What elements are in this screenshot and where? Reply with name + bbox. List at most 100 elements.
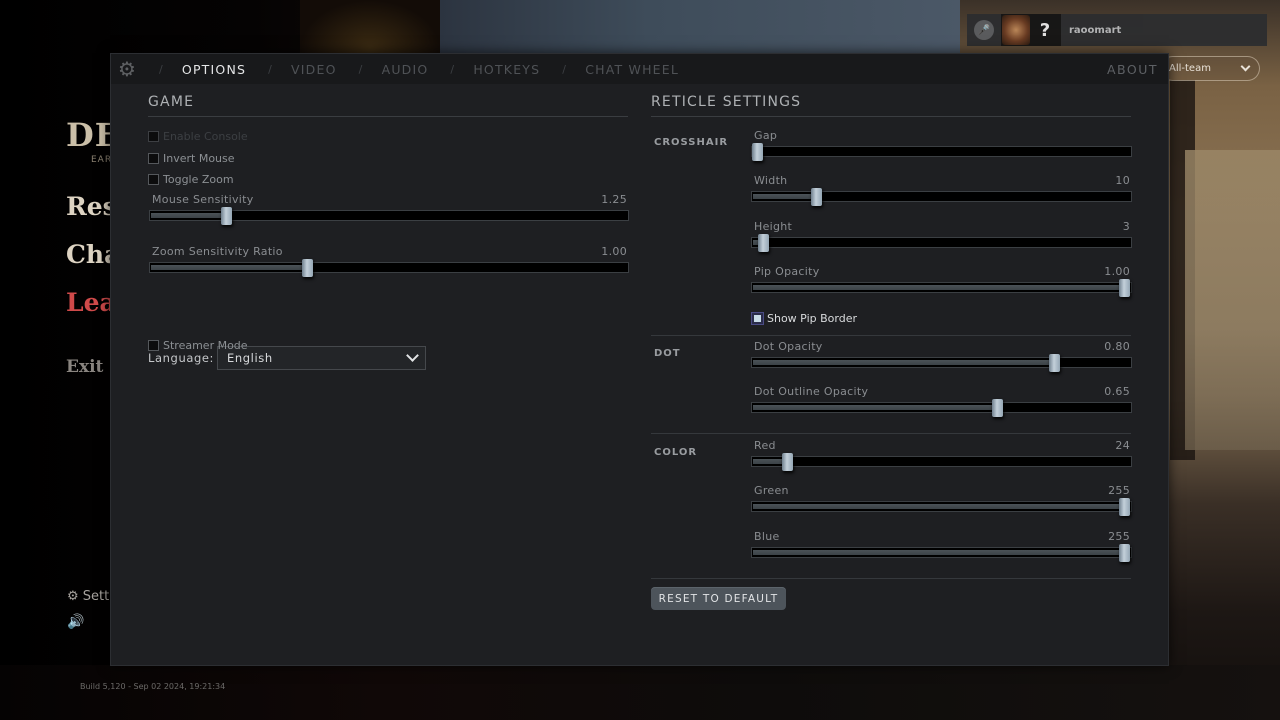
slider-label: Width bbox=[754, 174, 788, 187]
slider-label: Pip Opacity bbox=[754, 265, 820, 278]
party-avatars[interactable]: ? bbox=[1001, 14, 1061, 46]
build-info: Build 5,120 - Sep 02 2024, 19:21:34 bbox=[80, 682, 226, 691]
slider-fill bbox=[753, 550, 1125, 555]
blue-slider[interactable]: Blue 255 bbox=[751, 530, 1132, 562]
group-label-color: COLOR bbox=[654, 447, 698, 458]
slider-track[interactable] bbox=[751, 453, 1132, 471]
mouse-sensitivity-slider[interactable]: Mouse Sensitivity 1.25 bbox=[149, 193, 629, 225]
slider-value: 0.80 bbox=[1104, 340, 1130, 353]
height-slider[interactable]: Height 3 bbox=[751, 220, 1132, 252]
slider-thumb[interactable] bbox=[811, 188, 823, 206]
dot-outline-opacity-slider[interactable]: Dot Outline Opacity 0.65 bbox=[751, 385, 1132, 417]
slider-track[interactable] bbox=[751, 399, 1132, 417]
tab-separator: / bbox=[562, 62, 568, 76]
language-label: Language: bbox=[148, 351, 215, 365]
slider-track[interactable] bbox=[751, 279, 1132, 297]
enable-console-checkbox[interactable]: Enable Console bbox=[148, 130, 248, 143]
slider-fill bbox=[151, 265, 309, 270]
chat-channel-dropdown[interactable]: All-team bbox=[1160, 56, 1260, 81]
about-link[interactable]: ABOUT bbox=[1107, 62, 1158, 77]
menu-settings-link[interactable]: ⚙ Sett bbox=[67, 589, 109, 604]
gap-slider[interactable]: Gap bbox=[751, 129, 1132, 161]
slider-thumb[interactable] bbox=[1119, 279, 1130, 297]
chevron-down-icon bbox=[1240, 61, 1251, 72]
slider-track[interactable] bbox=[751, 354, 1132, 372]
checkbox-box[interactable] bbox=[148, 174, 159, 185]
slider-label: Green bbox=[754, 484, 789, 497]
slider-track[interactable] bbox=[751, 498, 1132, 516]
slider-thumb[interactable] bbox=[302, 259, 314, 277]
group-label-dot: DOT bbox=[654, 348, 681, 359]
slider-thumb[interactable] bbox=[758, 234, 770, 252]
speaker-icon[interactable]: 🔊 bbox=[67, 614, 84, 630]
slider-thumb[interactable] bbox=[992, 399, 1004, 417]
checkbox-box[interactable] bbox=[148, 131, 159, 142]
invert-mouse-checkbox[interactable]: Invert Mouse bbox=[148, 152, 235, 165]
slider-track[interactable] bbox=[751, 544, 1132, 562]
slider-track[interactable] bbox=[751, 234, 1132, 252]
slider-label: Gap bbox=[754, 129, 778, 142]
slider-thumb[interactable] bbox=[782, 453, 794, 471]
tab-audio[interactable]: / AUDIO bbox=[337, 62, 429, 77]
slider-value: 24 bbox=[1115, 439, 1130, 452]
slider-thumb[interactable] bbox=[1119, 544, 1130, 562]
tab-label: HOTKEYS bbox=[473, 61, 541, 77]
background-scene-mid bbox=[300, 0, 440, 60]
slider-thumb[interactable] bbox=[1119, 498, 1130, 516]
microphone-button[interactable]: 🎤 bbox=[967, 14, 1001, 46]
slider-thumb[interactable] bbox=[752, 143, 763, 161]
divider bbox=[651, 335, 1131, 336]
tab-label: AUDIO bbox=[381, 61, 429, 77]
slider-value: 10 bbox=[1115, 174, 1130, 187]
tab-hotkeys[interactable]: / HOTKEYS bbox=[428, 62, 540, 77]
user-bar: 🎤 ? raoomart bbox=[967, 14, 1267, 46]
slider-fill bbox=[151, 213, 228, 218]
tab-separator: / bbox=[268, 62, 274, 76]
options-tab-bar: ⚙ / OPTIONS / VIDEO / AUDIO / HOTKEYS / … bbox=[111, 54, 1168, 84]
red-slider[interactable]: Red 24 bbox=[751, 439, 1132, 471]
background-floor bbox=[0, 665, 1280, 720]
checkbox-box[interactable] bbox=[752, 313, 763, 324]
slider-track[interactable] bbox=[149, 259, 629, 277]
checkbox-label: Toggle Zoom bbox=[163, 173, 234, 186]
game-logo-subtitle: EAR bbox=[91, 155, 113, 165]
gear-icon: ⚙ bbox=[118, 57, 136, 81]
checkbox-box[interactable] bbox=[148, 340, 159, 351]
avatar[interactable] bbox=[1002, 15, 1030, 45]
slider-thumb[interactable] bbox=[1048, 354, 1060, 372]
slider-value: 1.00 bbox=[1104, 265, 1130, 278]
slider-track[interactable] bbox=[751, 143, 1132, 161]
gear-icon: ⚙ bbox=[67, 589, 79, 604]
green-slider[interactable]: Green 255 bbox=[751, 484, 1132, 516]
dot-opacity-slider[interactable]: Dot Opacity 0.80 bbox=[751, 340, 1132, 372]
pip-opacity-slider[interactable]: Pip Opacity 1.00 bbox=[751, 265, 1132, 297]
show-pip-border-checkbox[interactable]: Show Pip Border bbox=[752, 312, 857, 325]
slider-thumb[interactable] bbox=[221, 207, 233, 225]
language-value: English bbox=[227, 351, 273, 365]
width-slider[interactable]: Width 10 bbox=[751, 174, 1132, 206]
tab-label: VIDEO bbox=[291, 61, 337, 77]
slider-value: 1.25 bbox=[601, 193, 627, 206]
slider-label: Dot Opacity bbox=[754, 340, 823, 353]
checkbox-label: Streamer Mode bbox=[163, 339, 248, 352]
streamer-mode-checkbox[interactable]: Streamer Mode bbox=[148, 339, 248, 352]
tab-options[interactable]: / OPTIONS bbox=[143, 62, 246, 77]
slider-track[interactable] bbox=[149, 207, 629, 225]
toggle-zoom-checkbox[interactable]: Toggle Zoom bbox=[148, 173, 234, 186]
menu-settings-label: Sett bbox=[82, 589, 110, 604]
tab-label: CHAT WHEEL bbox=[585, 61, 680, 77]
slider-track[interactable] bbox=[751, 188, 1132, 206]
checkbox-box[interactable] bbox=[148, 153, 159, 164]
zoom-sensitivity-ratio-slider[interactable]: Zoom Sensitivity Ratio 1.00 bbox=[149, 245, 629, 277]
options-panel: ⚙ / OPTIONS / VIDEO / AUDIO / HOTKEYS / … bbox=[110, 53, 1169, 666]
checkbox-label: Enable Console bbox=[163, 130, 248, 143]
tab-video[interactable]: / VIDEO bbox=[246, 62, 337, 77]
section-title-game: GAME bbox=[148, 94, 628, 117]
chevron-down-icon bbox=[406, 349, 419, 362]
slider-label: Red bbox=[754, 439, 776, 452]
tab-chat-wheel[interactable]: / CHAT WHEEL bbox=[540, 62, 679, 77]
slider-label: Blue bbox=[754, 530, 780, 543]
reset-to-default-button[interactable]: RESET TO DEFAULT bbox=[651, 587, 786, 610]
slider-value: 0.65 bbox=[1104, 385, 1130, 398]
language-dropdown[interactable]: English bbox=[217, 346, 427, 370]
